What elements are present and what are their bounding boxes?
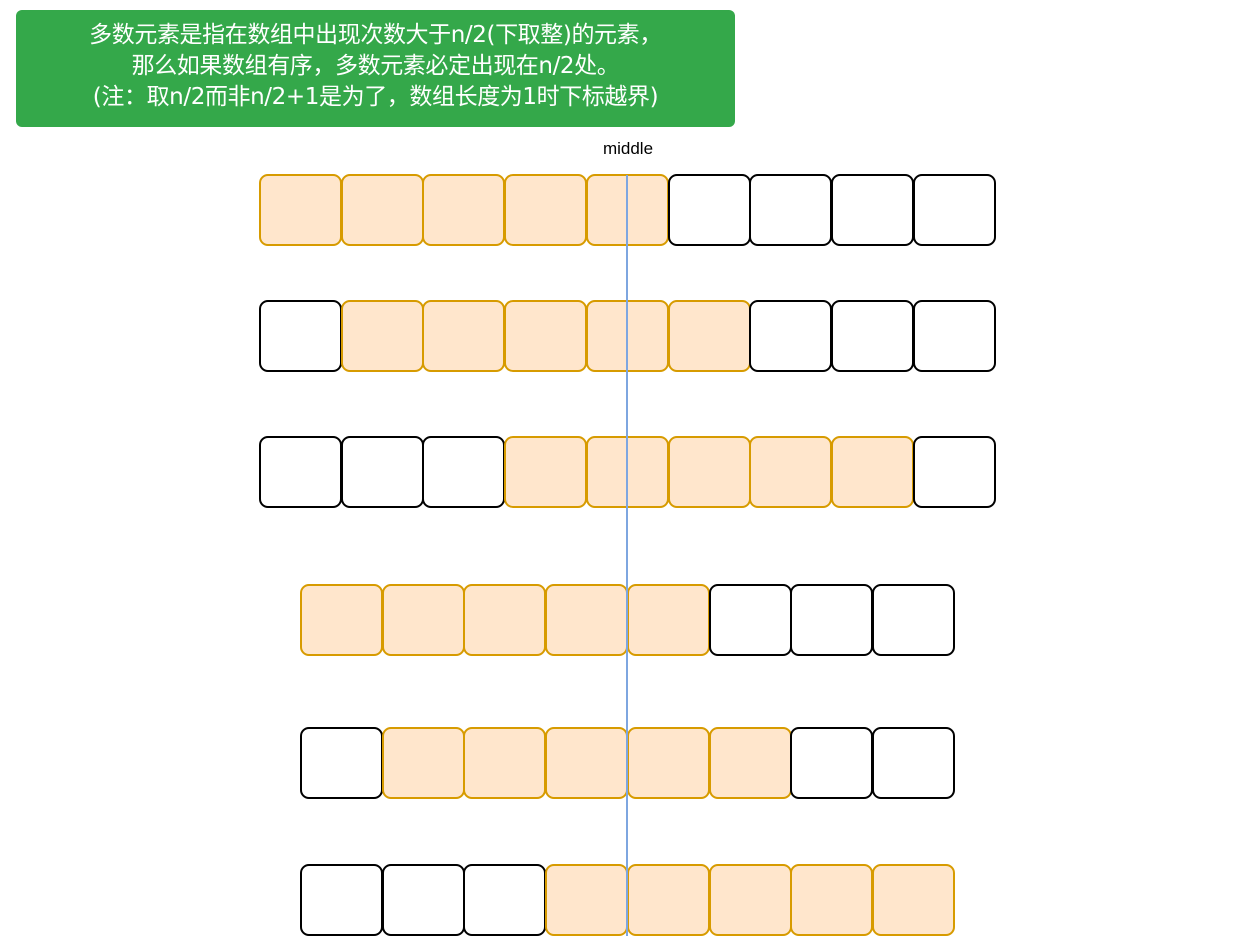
majority-element-cell (545, 727, 629, 799)
note-box: 多数元素是指在数组中出现次数大于n/2(下取整)的元素， 那么如果数组有序，多数… (16, 10, 735, 127)
majority-element-cell (340, 174, 424, 246)
majority-element-cell (708, 864, 792, 936)
array-cell (259, 300, 342, 372)
majority-element-cell (381, 584, 465, 656)
array-cell (912, 436, 996, 508)
majority-element-cell (790, 864, 874, 936)
majority-element-cell (504, 436, 588, 508)
majority-element-cell (259, 174, 342, 246)
majority-element-cell (422, 300, 506, 372)
array-cell (830, 174, 914, 246)
array-cell (871, 727, 955, 799)
middle-line (626, 175, 628, 936)
array-cell (667, 174, 751, 246)
array-cell (422, 436, 506, 508)
note-line-1: 多数元素是指在数组中出现次数大于n/2(下取整)的元素， (89, 22, 662, 48)
majority-element-cell (626, 727, 710, 799)
array-cell (300, 727, 383, 799)
majority-element-cell (708, 727, 792, 799)
majority-element-cell (667, 300, 751, 372)
array-cell (300, 864, 383, 936)
majority-element-cell (871, 864, 955, 936)
array-cell (708, 584, 792, 656)
majority-element-cell (545, 864, 629, 936)
majority-element-cell (830, 436, 914, 508)
array-cell (463, 864, 547, 936)
majority-element-cell (545, 584, 629, 656)
array-cell (381, 864, 465, 936)
array-cell (790, 727, 874, 799)
array-cell (259, 436, 342, 508)
array-cell (790, 584, 874, 656)
array-cell (912, 300, 996, 372)
majority-element-cell (749, 436, 833, 508)
majority-element-cell (504, 300, 588, 372)
majority-element-cell (381, 727, 465, 799)
majority-element-cell (422, 174, 506, 246)
majority-element-cell (463, 727, 547, 799)
majority-element-cell (626, 584, 710, 656)
majority-element-cell (300, 584, 383, 656)
note-line-3: (注：取n/2而非n/2+1是为了，数组长度为1时下标越界) (92, 84, 659, 110)
array-cell (912, 174, 996, 246)
array-cell (871, 584, 955, 656)
majority-element-cell (667, 436, 751, 508)
array-cell (830, 300, 914, 372)
array-cell (340, 436, 424, 508)
note-line-2: 那么如果数组有序，多数元素必定出现在n/2处。 (131, 53, 620, 79)
majority-element-cell (340, 300, 424, 372)
array-cell (749, 300, 833, 372)
majority-element-cell (626, 864, 710, 936)
array-cell (749, 174, 833, 246)
majority-element-cell (463, 584, 547, 656)
middle-label: middle (602, 139, 654, 158)
majority-element-cell (504, 174, 588, 246)
